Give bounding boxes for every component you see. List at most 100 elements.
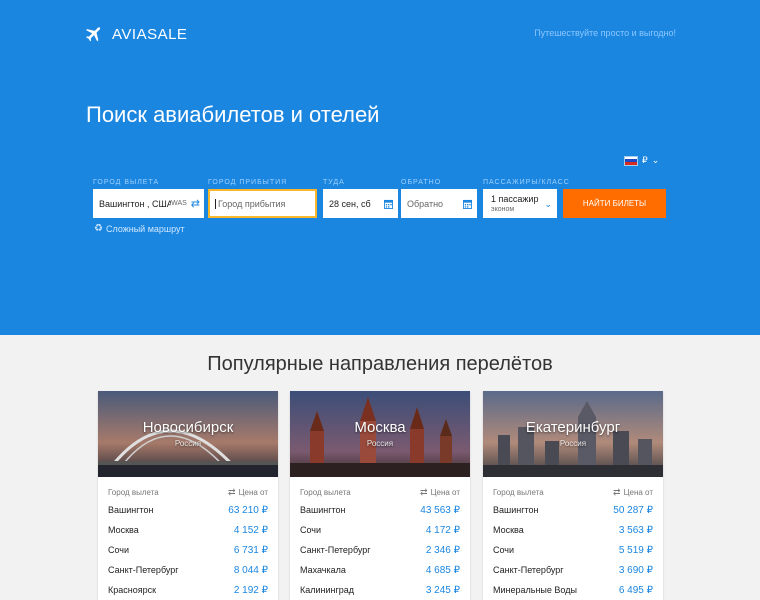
calendar-icon [384, 199, 393, 209]
row-price: 5 519 ₽ [618, 544, 653, 556]
row-price: 6 731 ₽ [233, 544, 268, 556]
passengers-value: 1 пассажир [491, 194, 539, 204]
card-city: Москва [354, 419, 406, 436]
row-city: Москва [108, 525, 139, 535]
table-row[interactable]: Вашингтон 43 563 ₽ [290, 500, 470, 520]
destination-label: Город прибытия [208, 179, 288, 186]
logo[interactable]: AVIASALE [84, 24, 187, 44]
row-price: 4 152 ₽ [233, 524, 268, 536]
city-image: Москва Россия [290, 391, 470, 477]
calendar-icon [463, 199, 472, 209]
row-city: Сочи [108, 545, 130, 555]
row-price: 4 685 ₽ [425, 564, 460, 576]
row-city: Минеральные Воды [493, 585, 577, 595]
depart-date-field[interactable]: 28 сен, сб [323, 189, 398, 218]
row-city: Красноярск [108, 585, 157, 595]
destination-card[interactable]: Екатеринбург Россия Город вылета ⇄ Цена о… [483, 391, 663, 600]
row-city: Вашингтон [493, 505, 539, 515]
table-row[interactable]: Сочи 4 172 ₽ [290, 520, 470, 540]
row-city: Вашингтон [300, 505, 346, 515]
row-city: Санкт-Петербург [300, 545, 371, 555]
city-image: Екатеринбург Россия [483, 391, 663, 477]
destination-card[interactable]: Новосибирск Россия Город вылета ⇄ Цена от… [98, 391, 278, 600]
table-row[interactable]: Санкт-Петербург 8 044 ₽ [98, 560, 278, 580]
logo-text: AVIASALE [112, 25, 188, 43]
return-date-field[interactable]: Обратно [401, 189, 477, 218]
airplane-icon [86, 27, 101, 42]
card-header: Город вылета ⇄ Цена от [483, 486, 663, 498]
russia-flag-icon [624, 155, 638, 166]
table-row[interactable]: Калининград 3 245 ₽ [290, 580, 470, 600]
origin-label: Город вылета [93, 179, 160, 186]
row-price: 3 690 ₽ [618, 564, 653, 576]
card-city: Екатеринбург [525, 419, 621, 436]
col-from-label: Город вылета [300, 487, 351, 497]
card-country: Россия [559, 439, 587, 448]
col-price-label: Цена от [238, 487, 268, 497]
row-city: Махачкала [300, 565, 346, 575]
row-city: Калининград [300, 585, 355, 595]
col-from-label: Город вылета [493, 487, 544, 497]
row-price: 3 245 ₽ [425, 584, 460, 596]
page-title: Поиск авиабилетов и отелей [86, 102, 380, 127]
origin-value: Вашингтон , США [99, 198, 172, 209]
row-price: 2 192 ₽ [233, 584, 268, 596]
destination-field[interactable] [208, 189, 317, 218]
origin-iata: WAS [171, 200, 187, 207]
return-label: Обратно [401, 179, 442, 186]
depart-date-value: 28 сен, сб [329, 198, 371, 209]
search-button[interactable]: НАЙТИ БИЛЕТЫ [563, 189, 666, 218]
table-row[interactable]: Вашингтон 50 287 ₽ [483, 500, 663, 520]
currency-symbol: ₽ [642, 155, 648, 165]
chevron-down-icon: ⌄ [544, 199, 552, 209]
table-row[interactable]: Санкт-Петербург 3 690 ₽ [483, 560, 663, 580]
card-header: Город вылета ⇄ Цена от [98, 486, 278, 498]
table-row[interactable]: Сочи 6 731 ₽ [98, 540, 278, 560]
table-row[interactable]: Вашингтон 63 210 ₽ [98, 500, 278, 520]
row-price: 50 287 ₽ [613, 504, 653, 516]
col-price-label: Цена от [430, 487, 460, 497]
row-city: Москва [493, 525, 524, 535]
card-city: Новосибирск [142, 419, 234, 436]
city-image: Новосибирск Россия [98, 391, 278, 477]
swap-icon: ⇄ [613, 486, 621, 497]
swap-icon: ⇄ [420, 486, 428, 497]
row-price: 6 495 ₽ [618, 584, 653, 596]
row-price: 8 044 ₽ [233, 564, 268, 576]
return-date-placeholder: Обратно [407, 198, 444, 209]
table-row[interactable]: Красноярск 2 192 ₽ [98, 580, 278, 600]
depart-label: Туда [323, 179, 345, 186]
table-row[interactable]: Санкт-Петербург 2 346 ₽ [290, 540, 470, 560]
row-city: Санкт-Петербург [493, 565, 564, 575]
table-row[interactable]: Москва 4 152 ₽ [98, 520, 278, 540]
table-row[interactable]: Сочи 5 519 ₽ [483, 540, 663, 560]
destination-card[interactable]: Москва Россия Город вылета ⇄ Цена от Ваши… [290, 391, 470, 600]
table-row[interactable]: Москва 3 563 ₽ [483, 520, 663, 540]
passengers-field[interactable]: 1 пассажир эконом ⌄ [483, 189, 557, 218]
multi-route-label: Сложный маршрут [105, 223, 185, 234]
table-row[interactable]: Махачкала 4 685 ₽ [290, 560, 470, 580]
swap-icon: ⇄ [228, 486, 236, 497]
card-header: Город вылета ⇄ Цена от [290, 486, 470, 498]
slogan: Путешествуйте просто и выгодно! [534, 28, 676, 38]
row-price: 4 172 ₽ [425, 524, 460, 536]
table-row[interactable]: Минеральные Воды 6 495 ₽ [483, 580, 663, 600]
chevron-down-icon: ⌄ [651, 155, 660, 165]
card-country: Россия [174, 439, 202, 448]
section-title: Популярные направления перелётов [207, 353, 553, 375]
swap-icon[interactable]: ⇄ [191, 197, 200, 210]
multi-route-link[interactable]: ♻ Сложный маршрут [94, 223, 185, 234]
class-value: эконом [491, 206, 515, 213]
row-city: Сочи [493, 545, 515, 555]
row-price: 43 563 ₽ [420, 504, 460, 516]
origin-field[interactable]: Вашингтон , США WAS ⇄ [93, 189, 204, 218]
destination-input[interactable] [215, 198, 315, 209]
passengers-label: Пассажиры/класс [483, 179, 570, 186]
row-price: 2 346 ₽ [425, 544, 460, 556]
row-city: Вашингтон [108, 505, 154, 515]
currency-selector[interactable]: ₽ ⌄ [624, 155, 659, 166]
hero-section: AVIASALE Путешествуйте просто и выгодно!… [0, 0, 760, 335]
row-city: Санкт-Петербург [108, 565, 179, 575]
row-city: Сочи [300, 525, 322, 535]
row-price: 3 563 ₽ [618, 524, 653, 536]
